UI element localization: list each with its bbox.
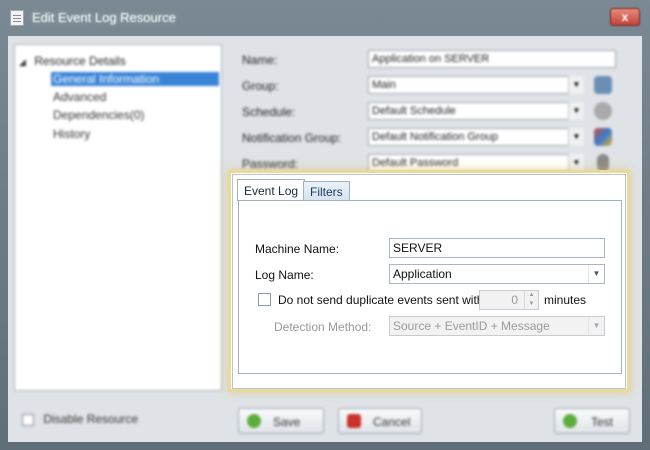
clock-icon[interactable] (594, 102, 612, 120)
close-button[interactable]: x (610, 8, 640, 26)
cancel-icon (347, 414, 361, 428)
tree-item-dependencies[interactable]: Dependencies(0) (53, 108, 144, 122)
cancel-button[interactable]: Cancel (338, 408, 422, 434)
minutes-label: minutes (544, 293, 587, 307)
duplicate-minutes-value: 0 (511, 293, 518, 307)
test-label: Test (591, 415, 614, 429)
expand-triangle-icon[interactable]: ◢ (19, 57, 31, 68)
disable-resource-label: Disable Resource (43, 412, 139, 426)
cancel-label: Cancel (373, 415, 411, 429)
save-label: Save (273, 415, 301, 429)
schedule-label: Schedule: (242, 105, 296, 119)
group-select[interactable]: Main (368, 76, 584, 94)
dialog-window: Edit Event Log Resource x ◢ Resource Det… (0, 0, 650, 450)
tree-item-advanced[interactable]: Advanced (53, 90, 106, 104)
log-name-value: Application (393, 267, 452, 281)
checkmark-icon (247, 414, 261, 428)
duplicate-minutes-stepper[interactable]: 0 ▲ ▼ (479, 290, 539, 310)
disable-resource-checkbox[interactable]: Disable Resource (22, 412, 138, 426)
detection-method-value: Source + EventID + Message (393, 319, 550, 333)
chevron-down-icon[interactable]: ▼ (568, 76, 584, 94)
document-icon (10, 10, 24, 26)
group-tree-icon[interactable] (594, 76, 612, 94)
tree-root[interactable]: ◢ Resource Details (19, 54, 126, 68)
title-bar[interactable]: Edit Event Log Resource x (0, 0, 650, 36)
group-label: Group: (242, 79, 279, 93)
event-log-panel: Event Log Filters Machine Name: SERVER L… (232, 174, 626, 389)
name-row: Name: Application on SERVER (230, 50, 634, 70)
chevron-down-icon[interactable]: ▼ (568, 128, 584, 146)
checkbox-box[interactable] (22, 413, 34, 426)
machine-name-label: Machine Name: (255, 242, 340, 256)
checkmark-icon (563, 414, 577, 428)
tab-event-log[interactable]: Event Log (237, 179, 306, 201)
window-title: Edit Event Log Resource (32, 10, 176, 25)
duplicate-events-checkbox[interactable] (258, 293, 271, 306)
schedule-select[interactable]: Default Schedule (368, 102, 584, 120)
tree-item-history[interactable]: History (53, 127, 90, 141)
chevron-down-icon[interactable]: ▼ (568, 102, 584, 120)
detection-method-select[interactable]: Source + EventID + Message ▼ (389, 316, 605, 336)
group-row: Group: Main ▼ (230, 76, 634, 96)
resource-tree: ◢ Resource Details General Information A… (14, 44, 222, 391)
password-label: Password: (242, 157, 299, 171)
chevron-down-icon[interactable]: ▼ (588, 265, 604, 283)
general-form: Name: Application on SERVER Group: Main … (230, 44, 634, 174)
log-name-select[interactable]: Application ▼ (389, 264, 605, 284)
name-label: Name: (242, 53, 278, 67)
tab-content: Machine Name: SERVER Log Name: Applicati… (238, 200, 622, 374)
log-name-label: Log Name: (255, 268, 314, 282)
save-button[interactable]: Save (238, 408, 324, 434)
test-button[interactable]: Test (554, 408, 630, 434)
notification-group-icon[interactable] (594, 128, 612, 146)
tree-root-label: Resource Details (34, 54, 126, 68)
schedule-row: Schedule: Default Schedule ▼ (230, 102, 634, 122)
notification-label: Notification Group: (242, 131, 342, 145)
spinner-arrows-icon[interactable]: ▲ ▼ (524, 291, 538, 309)
detection-method-label: Detection Method: (274, 320, 372, 334)
machine-name-input[interactable]: SERVER (389, 238, 605, 258)
chevron-down-icon[interactable]: ▼ (588, 317, 604, 335)
name-input[interactable]: Application on SERVER (368, 50, 616, 68)
duplicate-events-label: Do not send duplicate events sent within (278, 293, 493, 307)
tab-filters[interactable]: Filters (303, 181, 350, 201)
notification-select[interactable]: Default Notification Group (368, 128, 584, 146)
tree-item-general-information[interactable]: General Information (51, 72, 219, 86)
notification-row: Notification Group: Default Notification… (230, 128, 634, 148)
